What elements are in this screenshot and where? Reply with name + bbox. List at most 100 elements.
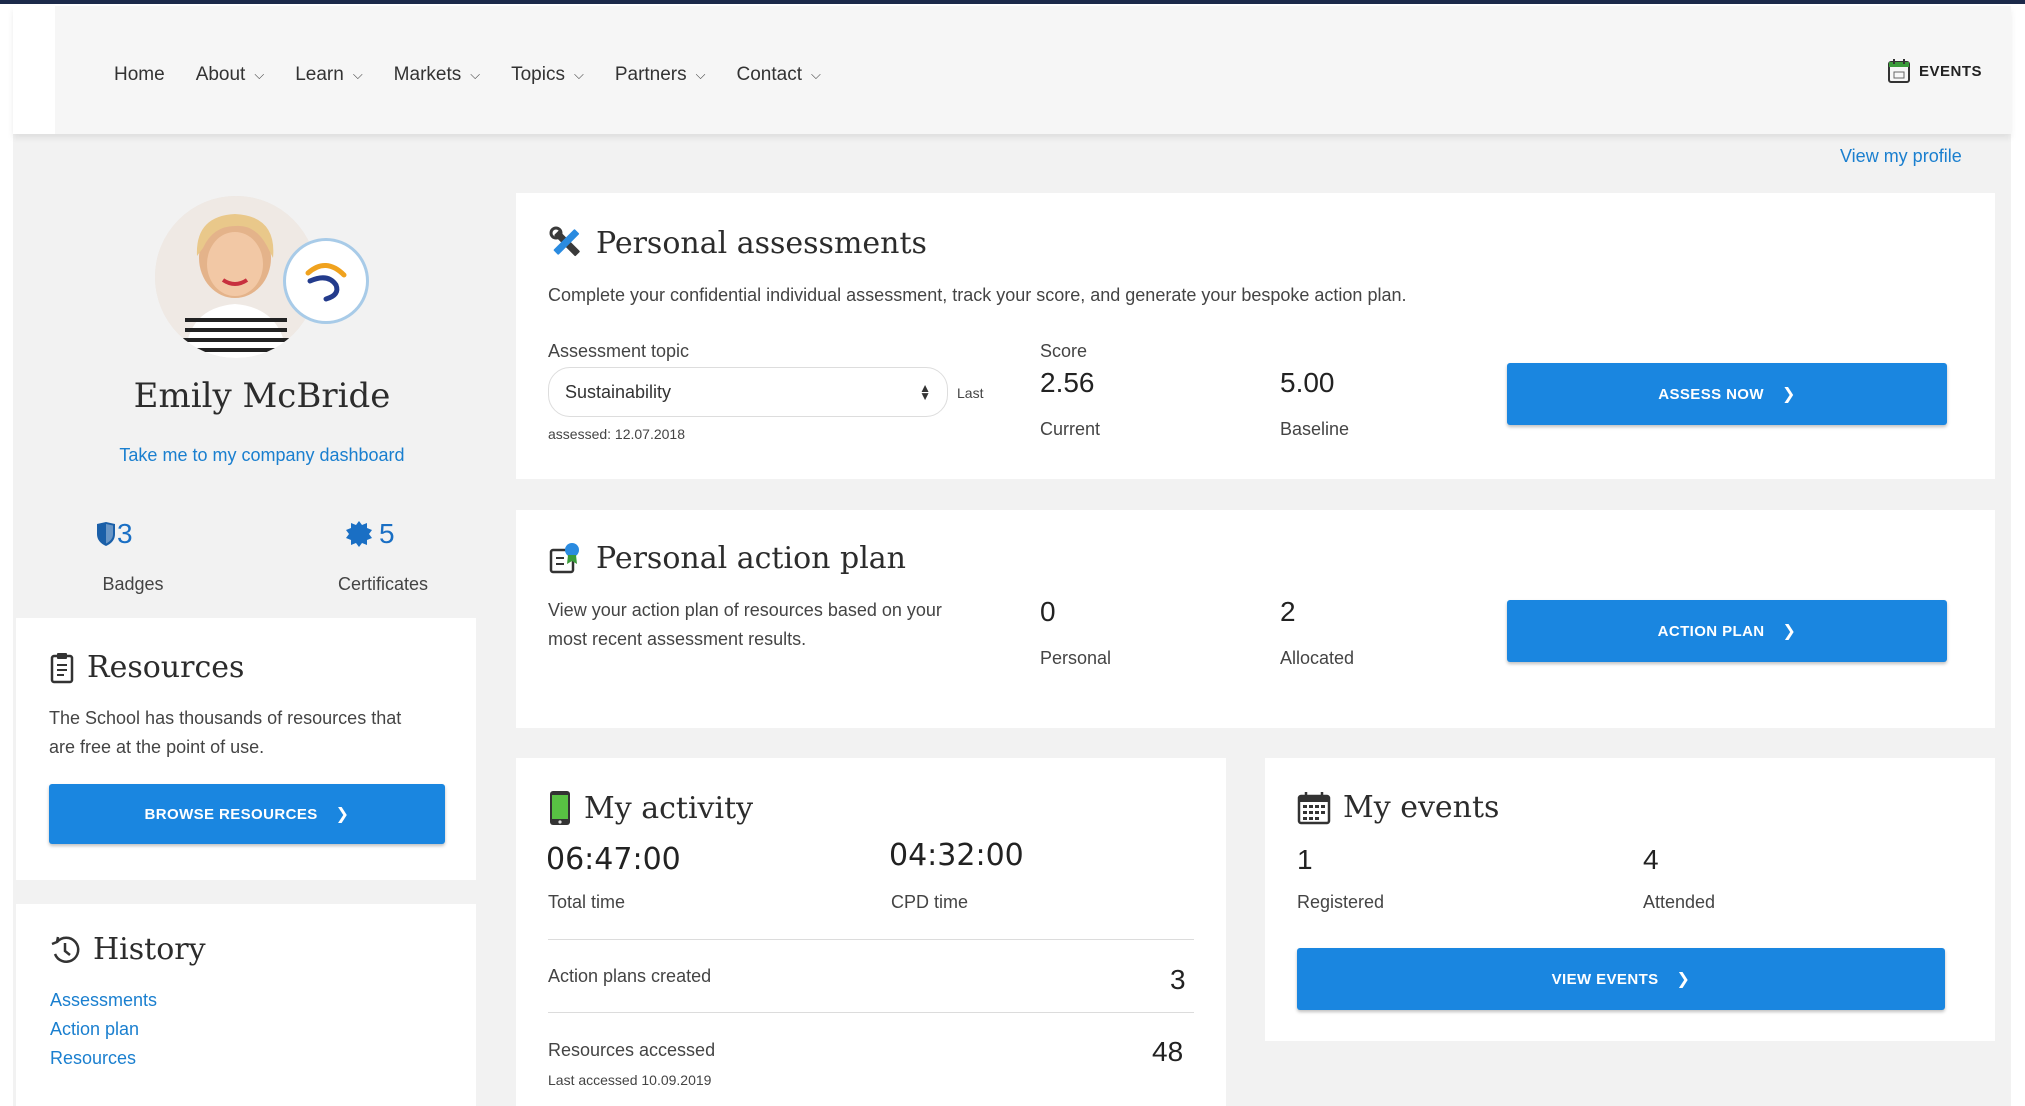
nav-item-label: About (195, 64, 246, 85)
browse-resources-button[interactable]: BROWSE RESOURCES ❯ (49, 784, 445, 844)
certificates-count: 5 (379, 518, 395, 549)
chevron-down-icon: ⌵ (352, 67, 363, 82)
nav-item-about[interactable]: About ⌵ (196, 64, 265, 86)
action-plans-created-value: 3 (1170, 964, 1186, 995)
badges-stat: 3 (95, 518, 133, 550)
assessments-title: Personal assessments (548, 225, 927, 261)
nav-item-markets[interactable]: Markets ⌵ (394, 64, 480, 86)
main-navigation: Home About ⌵ Learn ⌵ Markets ⌵ Topics ⌵ Part… (13, 6, 2011, 134)
last-accessed-date: Last accessed 10.09.2019 (548, 1072, 712, 1088)
personal-count: 0 (1040, 596, 1056, 627)
current-score-label: Current (1040, 419, 1101, 439)
action-plan-description-line: View your action plan of resources based… (548, 600, 942, 620)
history-link-resources[interactable]: Resources (50, 1048, 136, 1069)
nav-item-partners[interactable]: Partners ⌵ (615, 64, 706, 86)
nav-item-label: Home (114, 64, 165, 85)
registered-label: Registered (1297, 892, 1385, 912)
action-plan-button[interactable]: ACTION PLAN ❯ (1507, 600, 1947, 662)
events-title: My events (1297, 790, 1499, 825)
activity-divider (548, 939, 1194, 940)
nav-item-learn[interactable]: Learn ⌵ (295, 64, 362, 86)
chevron-down-icon: ⌵ (695, 67, 706, 82)
calendar-icon (1887, 59, 1910, 83)
resources-title: Resources (49, 650, 244, 685)
last-assessed-date: assessed: 12.07.2018 (548, 426, 685, 442)
action-plan-button-label: ACTION PLAN (1657, 622, 1765, 640)
nav-item-label: Topics (511, 64, 565, 85)
history-title-text: History (93, 932, 206, 967)
nav-item-topics[interactable]: Topics ⌵ (511, 64, 584, 86)
assessments-description: Complete your confidential individual as… (548, 285, 1407, 305)
my-activity-card: My activity 06:47:00 Total time 04:32:00… (516, 758, 1226, 1106)
assessment-topic-label: Assessment topic (548, 341, 690, 361)
chevron-down-icon: ⌵ (254, 67, 265, 82)
activity-title-text: My activity (584, 790, 754, 826)
history-card: History Assessments Action plan Resource… (16, 904, 476, 1106)
chevron-right-icon: ❯ (335, 806, 350, 823)
chevron-right-icon: ❯ (1676, 971, 1691, 988)
allocated-label: Allocated (1280, 648, 1355, 668)
assess-now-button[interactable]: ASSESS NOW ❯ (1507, 363, 1947, 425)
cpd-time-value: 04:32:00 (889, 838, 1024, 873)
top-border (0, 0, 2025, 4)
cpd-time-label: CPD time (891, 892, 969, 912)
badges-label: Badges (102, 574, 164, 594)
badges-count: 3 (117, 518, 133, 549)
resources-description-line: are free at the point of use. (49, 737, 265, 757)
nav-item-label: Partners (614, 64, 687, 85)
resources-card: Resources The School has thousands of re… (16, 618, 476, 880)
personal-action-plan-card: Personal action plan View your action pl… (516, 510, 1995, 728)
personal-assessments-card: Personal assessments Complete your confi… (516, 193, 1995, 479)
events-title-text: My events (1343, 790, 1500, 825)
total-time-label: Total time (548, 892, 626, 912)
chevron-down-icon: ⌵ (470, 67, 481, 82)
assessments-title-text: Personal assessments (596, 225, 927, 261)
certificates-stat: 5 (345, 518, 395, 550)
view-events-label: VIEW EVENTS (1551, 970, 1659, 988)
action-plans-created-label: Action plans created (548, 966, 712, 986)
assessment-topic-select[interactable]: Sustainability ▲ ▼ (548, 367, 948, 417)
nav-menu: Home About ⌵ Learn ⌵ Markets ⌵ Topics ⌵ Part… (114, 64, 852, 86)
company-dashboard-link[interactable]: Take me to my company dashboard (53, 445, 471, 466)
chevron-down-icon: ⌵ (573, 67, 584, 82)
select-arrows-icon: ▲ ▼ (919, 381, 931, 403)
company-logo-badge (283, 238, 369, 324)
action-plan-description: View your action plan of resources based… (548, 596, 1018, 654)
resources-accessed-value: 48 (1152, 1036, 1184, 1067)
nav-item-home[interactable]: Home (114, 64, 165, 86)
baseline-score-value: 5.00 (1280, 367, 1335, 398)
browse-resources-label: BROWSE RESOURCES (144, 805, 318, 823)
nav-item-label: Contact (736, 64, 802, 85)
chevron-right-icon: ❯ (1782, 623, 1797, 640)
assessment-topic-value: Sustainability (565, 381, 672, 402)
mobile-phone-icon (550, 791, 570, 825)
score-label: Score (1040, 341, 1088, 361)
history-link-action-plan[interactable]: Action plan (50, 1019, 139, 1040)
shield-icon (97, 522, 115, 546)
action-plan-description-line: most recent assessment results. (548, 629, 807, 649)
certificates-label: Certificates (337, 574, 429, 594)
view-events-button[interactable]: VIEW EVENTS ❯ (1297, 948, 1945, 1010)
events-nav-link[interactable]: EVENTS (1887, 58, 1982, 84)
nav-item-label: Learn (295, 64, 344, 85)
resources-description: The School has thousands of resources th… (49, 704, 459, 762)
nav-left-strip (13, 6, 55, 134)
chevron-down-icon: ⌵ (810, 67, 821, 82)
personal-label: Personal (1040, 648, 1112, 668)
nav-item-contact[interactable]: Contact ⌵ (737, 64, 821, 86)
history-clock-icon (51, 935, 80, 963)
history-title: History (49, 932, 206, 967)
current-score-value: 2.56 (1040, 367, 1095, 398)
my-events-card: My events 1 Registered 4 Attended VIEW E… (1265, 758, 1995, 1041)
resources-accessed-label: Resources accessed (548, 1040, 716, 1060)
registered-count: 1 (1297, 844, 1313, 875)
profile-name: Emily McBride (133, 376, 391, 416)
view-profile-link[interactable]: View my profile (1840, 146, 1962, 167)
total-time-value: 06:47:00 (546, 842, 681, 877)
activity-title: My activity (548, 790, 753, 826)
resources-description-line: The School has thousands of resources th… (49, 708, 402, 728)
events-nav-label: EVENTS (1918, 62, 1982, 80)
chevron-right-icon: ❯ (1781, 386, 1796, 403)
history-link-assessments[interactable]: Assessments (50, 990, 157, 1011)
clipboard-icon (50, 652, 74, 683)
